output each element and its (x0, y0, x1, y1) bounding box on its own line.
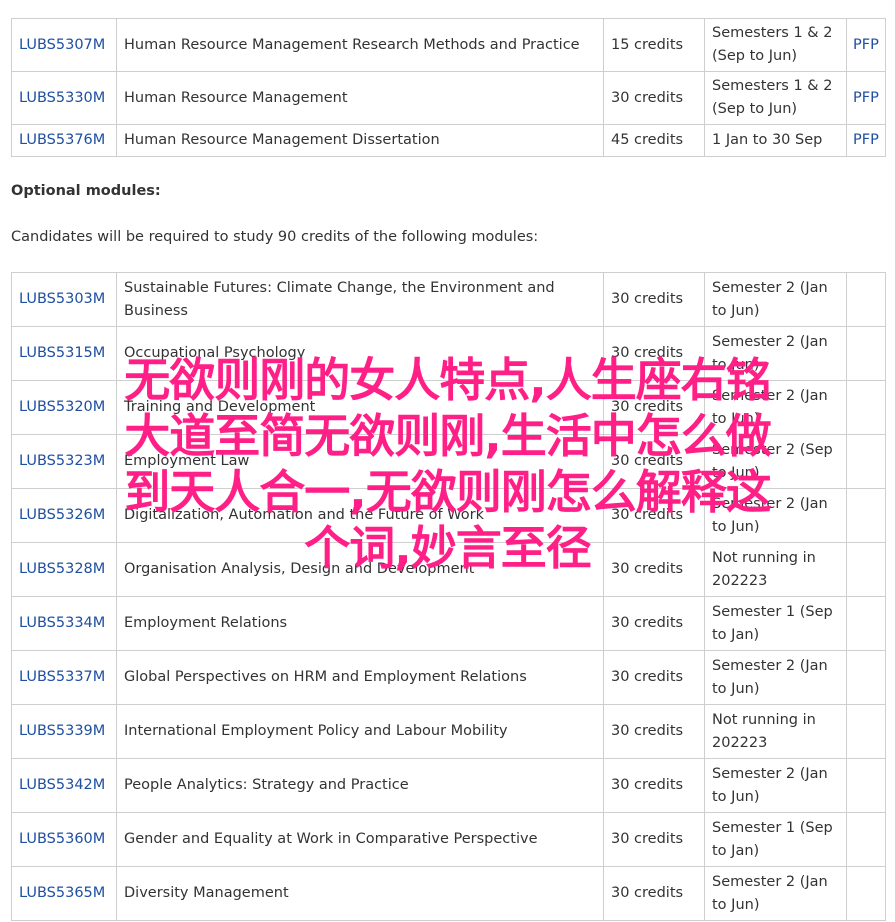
module-code-link[interactable]: LUBS5320M (19, 399, 105, 415)
table-row: LUBS5365M Diversity Management 30 credits S… (11, 866, 886, 921)
optional-modules-table: LUBS5303M Sustainable Futures: Climate Ch… (11, 272, 886, 921)
module-code-link[interactable]: LUBS5307M (19, 37, 105, 53)
empty-cell (846, 272, 886, 327)
module-credits: 30 credits (603, 758, 705, 813)
module-semester: 1 Jan to 30 Sep (704, 124, 847, 157)
module-code-link[interactable]: LUBS5365M (19, 885, 105, 901)
module-code-link[interactable]: LUBS5339M (19, 723, 105, 739)
module-title: Occupational Psychology (116, 326, 604, 381)
module-title: Human Resource Management (116, 71, 604, 125)
module-title: Employment Relations (116, 596, 604, 651)
module-credits: 30 credits (603, 812, 705, 867)
empty-cell (846, 758, 886, 813)
table-row: LUBS5323M Employment Law 30 credits Semeste… (11, 434, 886, 489)
table-row: LUBS5320M Training and Development 30 cred… (11, 380, 886, 435)
module-semester: Semester 1 (Sep to Jan) (704, 812, 847, 867)
module-title: Gender and Equality at Work in Comparati… (116, 812, 604, 867)
table-row: LUBS5342M People Analytics: Strategy and … (11, 758, 886, 813)
module-credits: 30 credits (603, 596, 705, 651)
module-code-link[interactable]: LUBS5376M (19, 132, 105, 148)
empty-cell (846, 596, 886, 651)
module-semester: Semester 2 (Jan to Jun) (704, 272, 847, 327)
module-semester: Semester 2 (Jan to Jun) (704, 326, 847, 381)
module-semester: Semester 2 (Jan to Jun) (704, 380, 847, 435)
module-semester: Semesters 1 & 2 (Sep to Jun) (704, 18, 847, 72)
module-semester: Semester 1 (Sep to Jan) (704, 596, 847, 651)
empty-cell (846, 434, 886, 489)
module-title: International Employment Policy and Labo… (116, 704, 604, 759)
module-credits: 30 credits (603, 704, 705, 759)
module-code-link[interactable]: LUBS5328M (19, 561, 105, 577)
module-title: Employment Law (116, 434, 604, 489)
table-row: LUBS5376M Human Resource Management Diss… (11, 124, 886, 157)
module-semester: Semesters 1 & 2 (Sep to Jun) (704, 71, 847, 125)
table-row: LUBS5307M Human Resource Management Rese… (11, 18, 886, 72)
module-title: Digitalization, Automation and the Futur… (116, 488, 604, 543)
module-semester: Semester 2 (Jan to Jun) (704, 758, 847, 813)
module-code-link[interactable]: LUBS5326M (19, 507, 105, 523)
module-title: Sustainable Futures: Climate Change, the… (116, 272, 604, 327)
table-row: LUBS5330M Human Resource Management 30 c… (11, 71, 886, 125)
module-credits: 30 credits (603, 542, 705, 597)
table-row: LUBS5337M Global Perspectives on HRM and … (11, 650, 886, 705)
module-code-link[interactable]: LUBS5315M (19, 345, 105, 361)
module-code-link[interactable]: LUBS5342M (19, 777, 105, 793)
module-credits: 45 credits (603, 124, 705, 157)
empty-cell (846, 380, 886, 435)
empty-cell (846, 542, 886, 597)
module-title: Organisation Analysis, Design and Develo… (116, 542, 604, 597)
module-code-link[interactable]: LUBS5323M (19, 453, 105, 469)
module-semester: Semester 2 (Jan to Jun) (704, 488, 847, 543)
module-credits: 30 credits (603, 488, 705, 543)
module-code-link[interactable]: LUBS5337M (19, 669, 105, 685)
module-title: People Analytics: Strategy and Practice (116, 758, 604, 813)
module-semester: Not running in 202223 (704, 704, 847, 759)
table-row: LUBS5328M Organisation Analysis, Design a… (11, 542, 886, 597)
module-title: Diversity Management (116, 866, 604, 921)
module-credits: 30 credits (603, 380, 705, 435)
empty-cell (846, 866, 886, 921)
empty-cell (846, 326, 886, 381)
module-credits: 30 credits (603, 650, 705, 705)
pfp-link[interactable]: PFP (853, 37, 879, 53)
table-row: LUBS5315M Occupational Psychology 30 credi… (11, 326, 886, 381)
empty-cell (846, 704, 886, 759)
module-credits: 15 credits (603, 18, 705, 72)
module-credits: 30 credits (603, 71, 705, 125)
optional-modules-intro: Candidates will be required to study 90 … (11, 229, 539, 245)
table-row: LUBS5303M Sustainable Futures: Climate Ch… (11, 272, 886, 327)
module-code-link[interactable]: LUBS5330M (19, 90, 105, 106)
table-row: LUBS5326M Digitalization, Automation and … (11, 488, 886, 543)
optional-modules-heading: Optional modules: (11, 183, 161, 199)
empty-cell (846, 812, 886, 867)
module-credits: 30 credits (603, 434, 705, 489)
module-credits: 30 credits (603, 326, 705, 381)
table-row: LUBS5334M Employment Relations 30 credits S… (11, 596, 886, 651)
module-title: Human Resource Management Dissertation (116, 124, 604, 157)
module-title: Global Perspectives on HRM and Employmen… (116, 650, 604, 705)
table-row: LUBS5360M Gender and Equality at Work in … (11, 812, 886, 867)
module-title: Training and Development (116, 380, 604, 435)
module-code-link[interactable]: LUBS5334M (19, 615, 105, 631)
module-semester: Not running in 202223 (704, 542, 847, 597)
empty-cell (846, 650, 886, 705)
pfp-link[interactable]: PFP (853, 132, 879, 148)
module-semester: Semester 2 (Sep to Jun) (704, 434, 847, 489)
module-code-link[interactable]: LUBS5303M (19, 291, 105, 307)
table-row: LUBS5339M International Employment Policy… (11, 704, 886, 759)
empty-cell (846, 488, 886, 543)
module-semester: Semester 2 (Jan to Jun) (704, 650, 847, 705)
module-semester: Semester 2 (Jan to Jun) (704, 866, 847, 921)
module-credits: 30 credits (603, 272, 705, 327)
module-credits: 30 credits (603, 866, 705, 921)
core-modules-table: LUBS5307M Human Resource Management Rese… (11, 18, 886, 157)
pfp-link[interactable]: PFP (853, 90, 879, 106)
module-code-link[interactable]: LUBS5360M (19, 831, 105, 847)
module-title: Human Resource Management Research Metho… (116, 18, 604, 72)
